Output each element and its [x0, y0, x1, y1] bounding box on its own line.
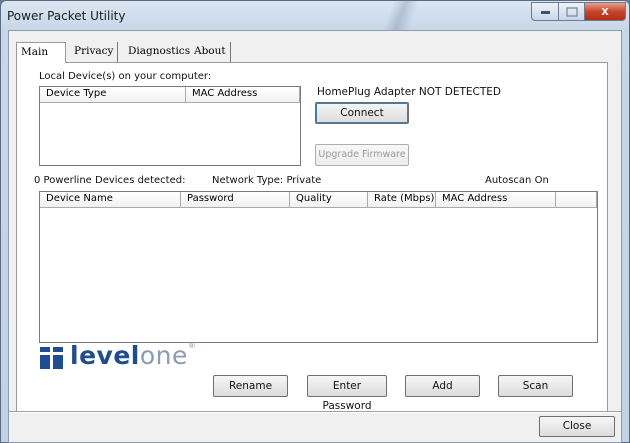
autoscan-status: Autoscan On [485, 175, 549, 186]
logo-part-one: one [139, 341, 188, 370]
title-bar-sheen [341, 1, 461, 31]
upgrade-firmware-button[interactable]: Upgrade Firmware [315, 144, 409, 166]
local-devices-heading: Local Device(s) on your computer: [39, 71, 212, 82]
tab-about[interactable]: About [190, 42, 231, 62]
local-devices-list[interactable]: Device Type MAC Address [39, 86, 301, 166]
close-button[interactable]: Close [539, 416, 615, 437]
close-window-button[interactable]: x [584, 2, 626, 21]
logo-part-level: level [70, 341, 140, 370]
powerline-devices-detected: 0 Powerline Devices detected: [34, 175, 186, 186]
add-button[interactable]: Add [405, 375, 480, 397]
title-bar[interactable]: Power Packet Utility x [1, 1, 629, 31]
logo-registered-mark: ® [187, 341, 197, 350]
column-header-password[interactable]: Password [181, 192, 290, 208]
minimize-icon [540, 11, 550, 14]
column-header-spacer [556, 192, 597, 208]
footer-separator [9, 411, 621, 413]
scan-button[interactable]: Scan [498, 375, 573, 397]
levelone-logo-icon [40, 347, 64, 369]
maximize-button[interactable] [558, 2, 585, 21]
adapter-status: HomePlug Adapter NOT DETECTED [317, 86, 502, 98]
minimize-button[interactable] [531, 2, 559, 21]
rename-button[interactable]: Rename [213, 375, 288, 397]
column-header-mac-address-2[interactable]: MAC Address [436, 192, 556, 208]
column-header-device-type[interactable]: Device Type [40, 87, 186, 103]
close-icon: x [601, 3, 609, 18]
window-title: Power Packet Utility [7, 9, 126, 23]
network-type: Network Type: Private [212, 175, 322, 186]
enter-password-button[interactable]: Enter Password [307, 375, 387, 412]
tab-diagnostics[interactable]: Diagnostics [124, 42, 196, 62]
column-header-mac-address[interactable]: MAC Address [186, 87, 300, 103]
tab-privacy[interactable]: Privacy [70, 42, 119, 62]
levelone-wordmark: levelone® [70, 341, 196, 370]
powerline-devices-list[interactable]: Device Name Password Quality Rate (Mbps)… [39, 191, 598, 343]
column-header-quality[interactable]: Quality [290, 192, 368, 208]
connect-button[interactable]: Connect [315, 102, 409, 124]
column-header-rate[interactable]: Rate (Mbps) [368, 192, 436, 208]
column-header-device-name[interactable]: Device Name [40, 192, 181, 208]
tab-main[interactable]: Main [16, 42, 66, 63]
maximize-icon [565, 7, 578, 17]
